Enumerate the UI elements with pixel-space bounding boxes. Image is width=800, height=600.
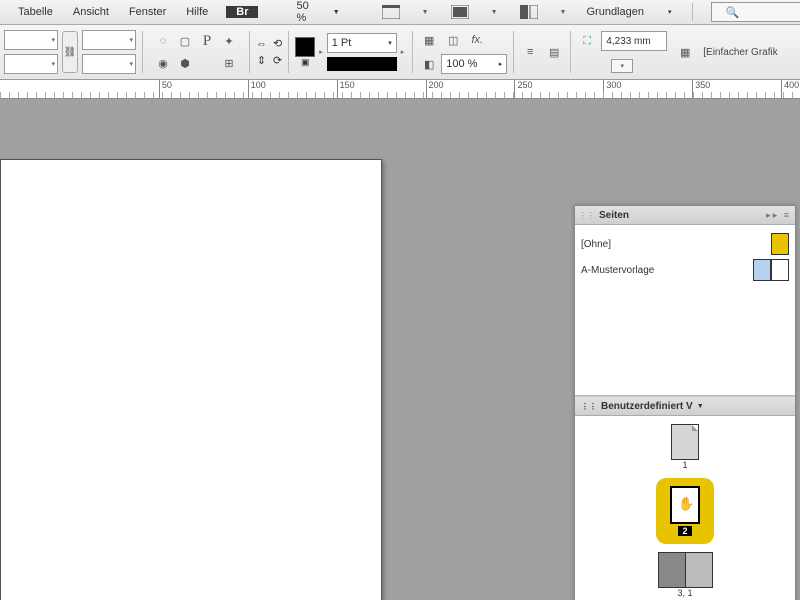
panel-menu-icon[interactable]: ≡ — [784, 210, 791, 220]
zoom-combo[interactable]: 50 %▼ — [286, 0, 349, 24]
union-icon[interactable]: ◉ — [153, 53, 173, 73]
corner-combo[interactable]: ▾ — [611, 59, 633, 73]
menu-tabelle[interactable]: Tabelle — [8, 6, 63, 18]
opacity-field[interactable]: 100 %▸ — [441, 54, 507, 74]
frame-caption: [Einfacher Grafik — [703, 47, 777, 58]
master-a-thumb-l — [753, 259, 771, 281]
h-field[interactable]: ▾ — [82, 54, 136, 74]
view-mode-2-icon[interactable] — [441, 2, 479, 22]
distribute-v-icon[interactable]: ⇕ — [257, 54, 266, 67]
page-2-item-selected[interactable]: ✋ 2 — [656, 478, 714, 544]
w-field[interactable]: ▾ — [82, 30, 136, 50]
grip-icon: ⋮⋮ — [581, 402, 597, 411]
view-mode-1-icon[interactable] — [372, 2, 410, 22]
distribute-h-icon[interactable]: ⇔ — [256, 38, 267, 50]
stroke-weight-combo[interactable]: 1 Pt▾ — [327, 33, 397, 53]
ellipse-dotted-icon[interactable]: ◌ — [153, 31, 173, 51]
crop-icon[interactable]: ⛶ — [577, 31, 597, 51]
menu-ansicht[interactable]: Ansicht — [63, 6, 119, 18]
pages-list: 1 ✋ 2 3, 1 — [575, 416, 795, 600]
control-toolbar: ▾▾ ⛓ ▾▾ ◌ ▢ P ✦ ◉ ⬢ ⊞ ⇔ ⇕ ⟲ ⟳ ▣ ▸ 1 Pt▾ … — [0, 25, 800, 80]
menu-hilfe[interactable]: Hilfe — [176, 6, 218, 18]
swap-icon[interactable]: ▣ — [295, 57, 315, 68]
bridge-badge[interactable]: Br — [226, 6, 258, 18]
fill-swatch[interactable] — [295, 37, 315, 57]
flip-v-icon[interactable]: ⟳ — [273, 54, 282, 67]
panel-header[interactable]: ⋮⋮ Seiten ▸▸ ≡ — [575, 206, 795, 225]
link-xy-icon[interactable]: ⛓ — [62, 31, 78, 73]
y-field[interactable]: ▾ — [4, 54, 58, 74]
align-icon[interactable]: ⊞ — [219, 53, 239, 73]
workspace-label[interactable]: Grundlagen — [576, 6, 654, 18]
stroke-style-combo[interactable] — [327, 57, 397, 71]
textwrap-2-icon[interactable]: ▤ — [544, 42, 564, 62]
menu-bar: Tabelle Ansicht Fenster Hilfe Br 50 %▼ ▼… — [0, 0, 800, 25]
page-3-spread-item[interactable]: 3, 1 — [658, 552, 713, 598]
textwrap-1-icon[interactable]: ≡ — [520, 42, 540, 62]
mm-field[interactable]: 4,233 mm — [601, 31, 667, 51]
pages-panel: ⋮⋮ Seiten ▸▸ ≡ [Ohne] A-Mustervorlage ⋮⋮… — [574, 205, 796, 600]
pages-section-header[interactable]: ⋮⋮ Benutzerdefiniert V▼ — [575, 396, 795, 416]
horizontal-ruler[interactable]: 50100150200250300350400 — [0, 80, 800, 99]
master-a-thumb-r — [771, 259, 789, 281]
clip-icon[interactable]: ◫ — [443, 30, 463, 50]
master-a-row[interactable]: A-Mustervorlage — [581, 257, 789, 283]
opacity-icon: ◧ — [419, 54, 439, 74]
collapse-icon[interactable]: ▸▸ — [766, 210, 779, 220]
search-input[interactable]: 🔍 — [711, 2, 800, 22]
rect-dotted-icon[interactable]: ▢ — [175, 31, 195, 51]
master-none-thumb — [771, 233, 789, 255]
menu-fenster[interactable]: Fenster — [119, 6, 176, 18]
pathfinder-group: ◌ ▢ P ✦ ◉ ⬢ ⊞ — [153, 31, 239, 73]
masters-list: [Ohne] A-Mustervorlage — [575, 225, 795, 396]
anchor-icon[interactable]: ✦ — [219, 31, 239, 51]
grip-icon: ⋮⋮ — [579, 211, 595, 220]
image-icon[interactable]: ▦ — [419, 30, 439, 50]
fx-icon[interactable]: fx. — [467, 30, 487, 50]
search-icon: 🔍 — [716, 6, 750, 19]
document-area[interactable]: ⋮⋮ Seiten ▸▸ ≡ [Ohne] A-Mustervorlage ⋮⋮… — [0, 99, 800, 600]
frame-options-icon[interactable]: ▦ — [675, 42, 695, 62]
page-canvas[interactable] — [0, 159, 382, 600]
master-none-row[interactable]: [Ohne] — [581, 231, 789, 257]
flip-h-icon[interactable]: ⟲ — [273, 37, 282, 50]
subtract-icon[interactable]: ⬢ — [175, 53, 195, 73]
panel-title: Seiten — [599, 210, 629, 221]
page-1-item[interactable]: 1 — [671, 424, 699, 470]
view-mode-3-icon[interactable] — [510, 2, 548, 22]
type-path-icon[interactable]: P — [197, 31, 217, 51]
x-field[interactable]: ▾ — [4, 30, 58, 50]
